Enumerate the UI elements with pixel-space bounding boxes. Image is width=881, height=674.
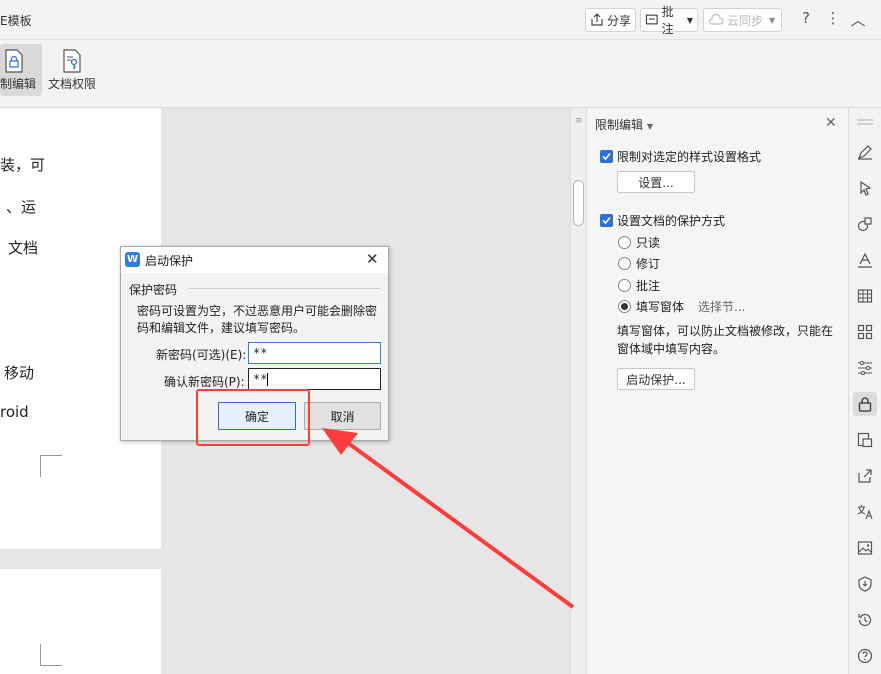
annotation-arrow	[322, 428, 575, 609]
